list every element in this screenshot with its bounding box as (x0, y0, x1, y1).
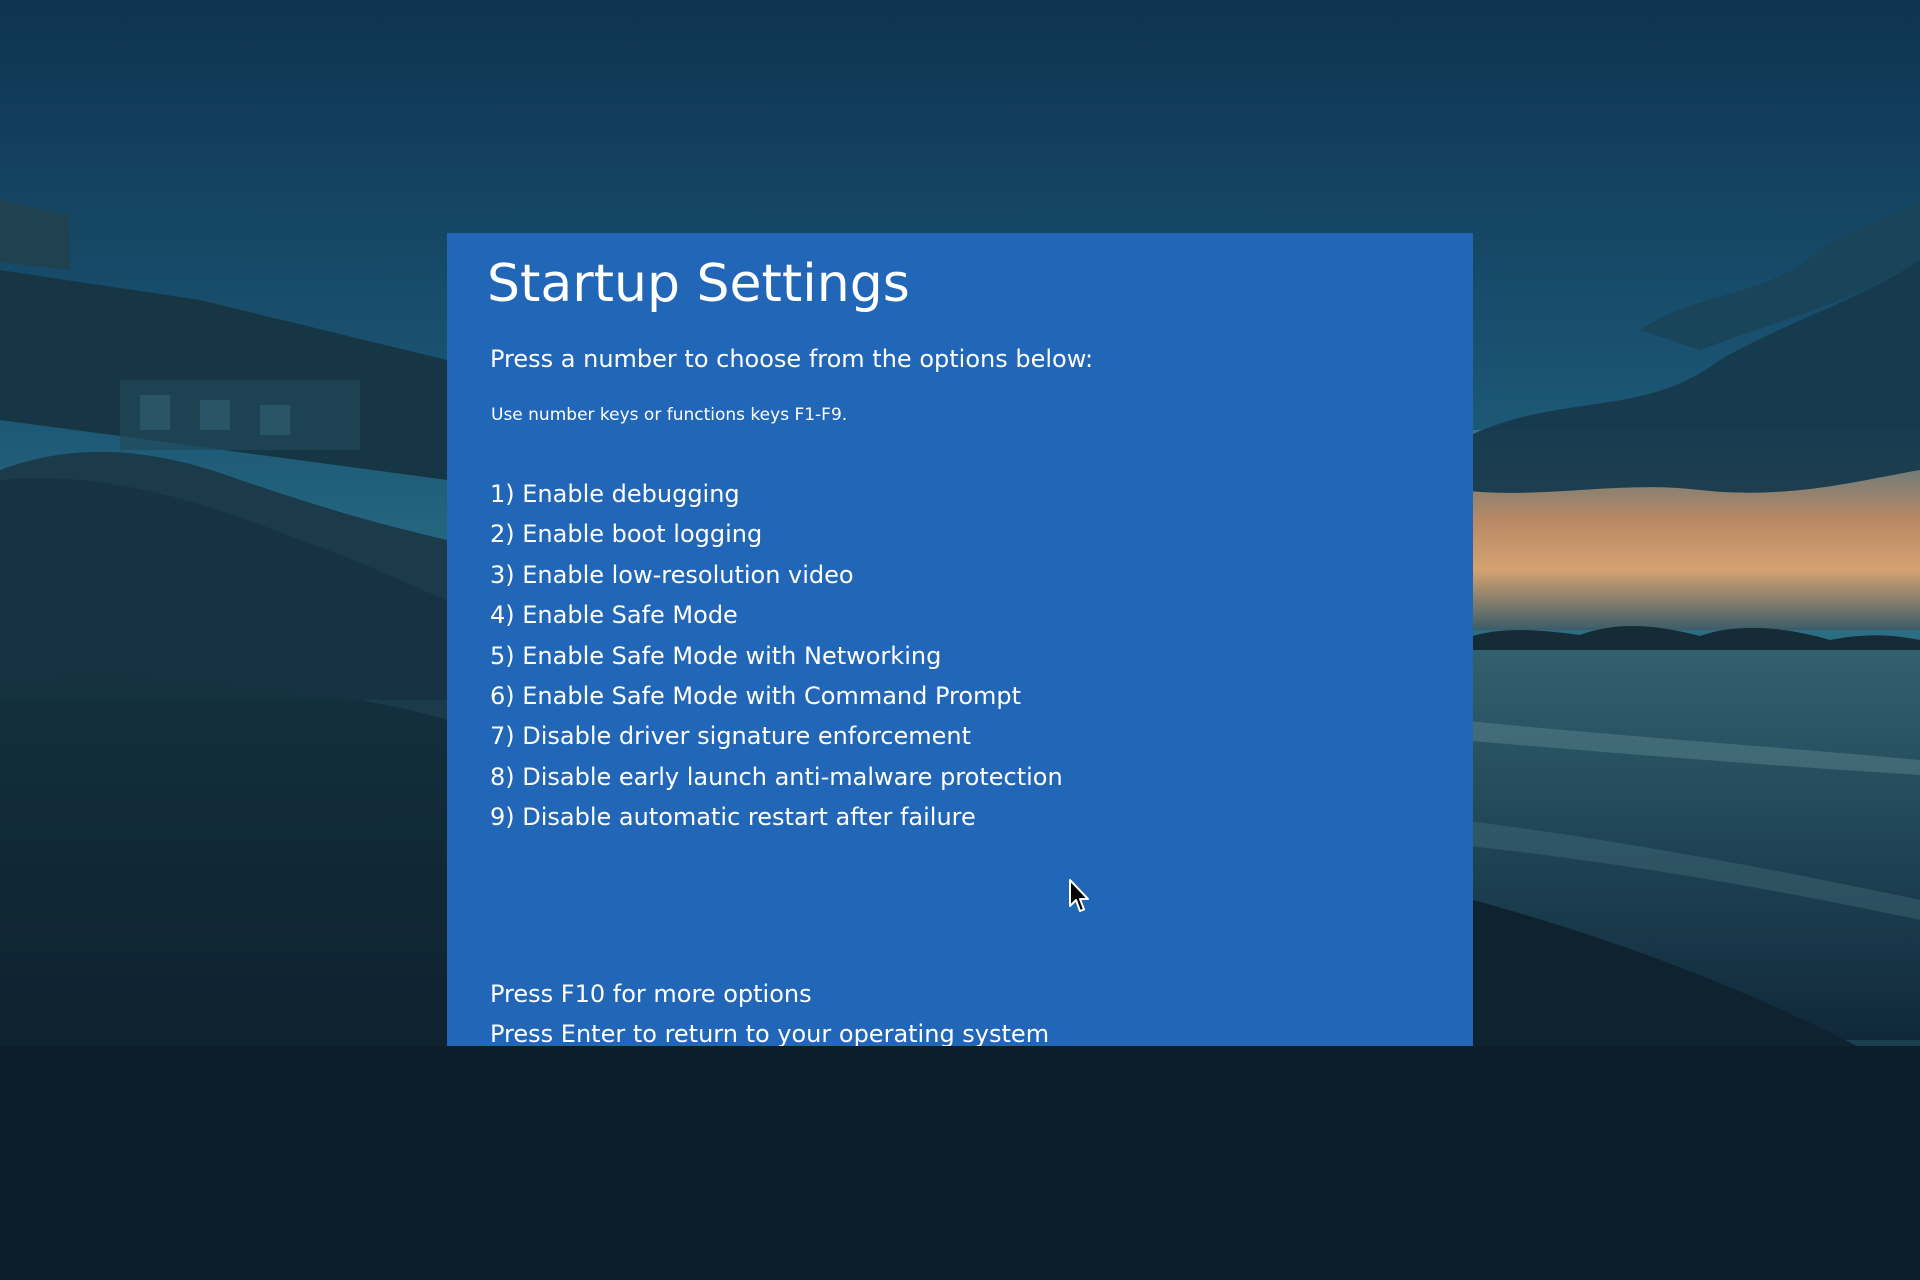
mouse-pointer-icon (1068, 878, 1092, 914)
instructions-text: Press a number to choose from the option… (490, 345, 1094, 373)
page-title: Startup Settings (487, 254, 910, 314)
return-to-os-prompt[interactable]: Press Enter to return to your operating … (490, 1014, 1049, 1046)
startup-options-list: 1) Enable debugging 2) Enable boot loggi… (490, 474, 1063, 838)
option-disable-automatic-restart[interactable]: 9) Disable automatic restart after failu… (490, 797, 1063, 837)
footer-instructions: Press F10 for more options Press Enter t… (490, 974, 1049, 1046)
startup-settings-panel: Startup Settings Press a number to choos… (447, 233, 1473, 1046)
option-disable-early-launch-anti-malware[interactable]: 8) Disable early launch anti-malware pro… (490, 757, 1063, 797)
option-enable-safe-mode-networking[interactable]: 5) Enable Safe Mode with Networking (490, 636, 1063, 676)
keys-hint-text: Use number keys or functions keys F1-F9. (491, 405, 848, 425)
option-enable-low-resolution-video[interactable]: 3) Enable low-resolution video (490, 555, 1063, 595)
option-enable-boot-logging[interactable]: 2) Enable boot logging (490, 514, 1063, 554)
option-enable-debugging[interactable]: 1) Enable debugging (490, 474, 1063, 514)
option-enable-safe-mode-command-prompt[interactable]: 6) Enable Safe Mode with Command Prompt (490, 676, 1063, 716)
option-disable-driver-signature-enforcement[interactable]: 7) Disable driver signature enforcement (490, 716, 1063, 756)
more-options-prompt[interactable]: Press F10 for more options (490, 974, 1049, 1014)
option-enable-safe-mode[interactable]: 4) Enable Safe Mode (490, 595, 1063, 635)
